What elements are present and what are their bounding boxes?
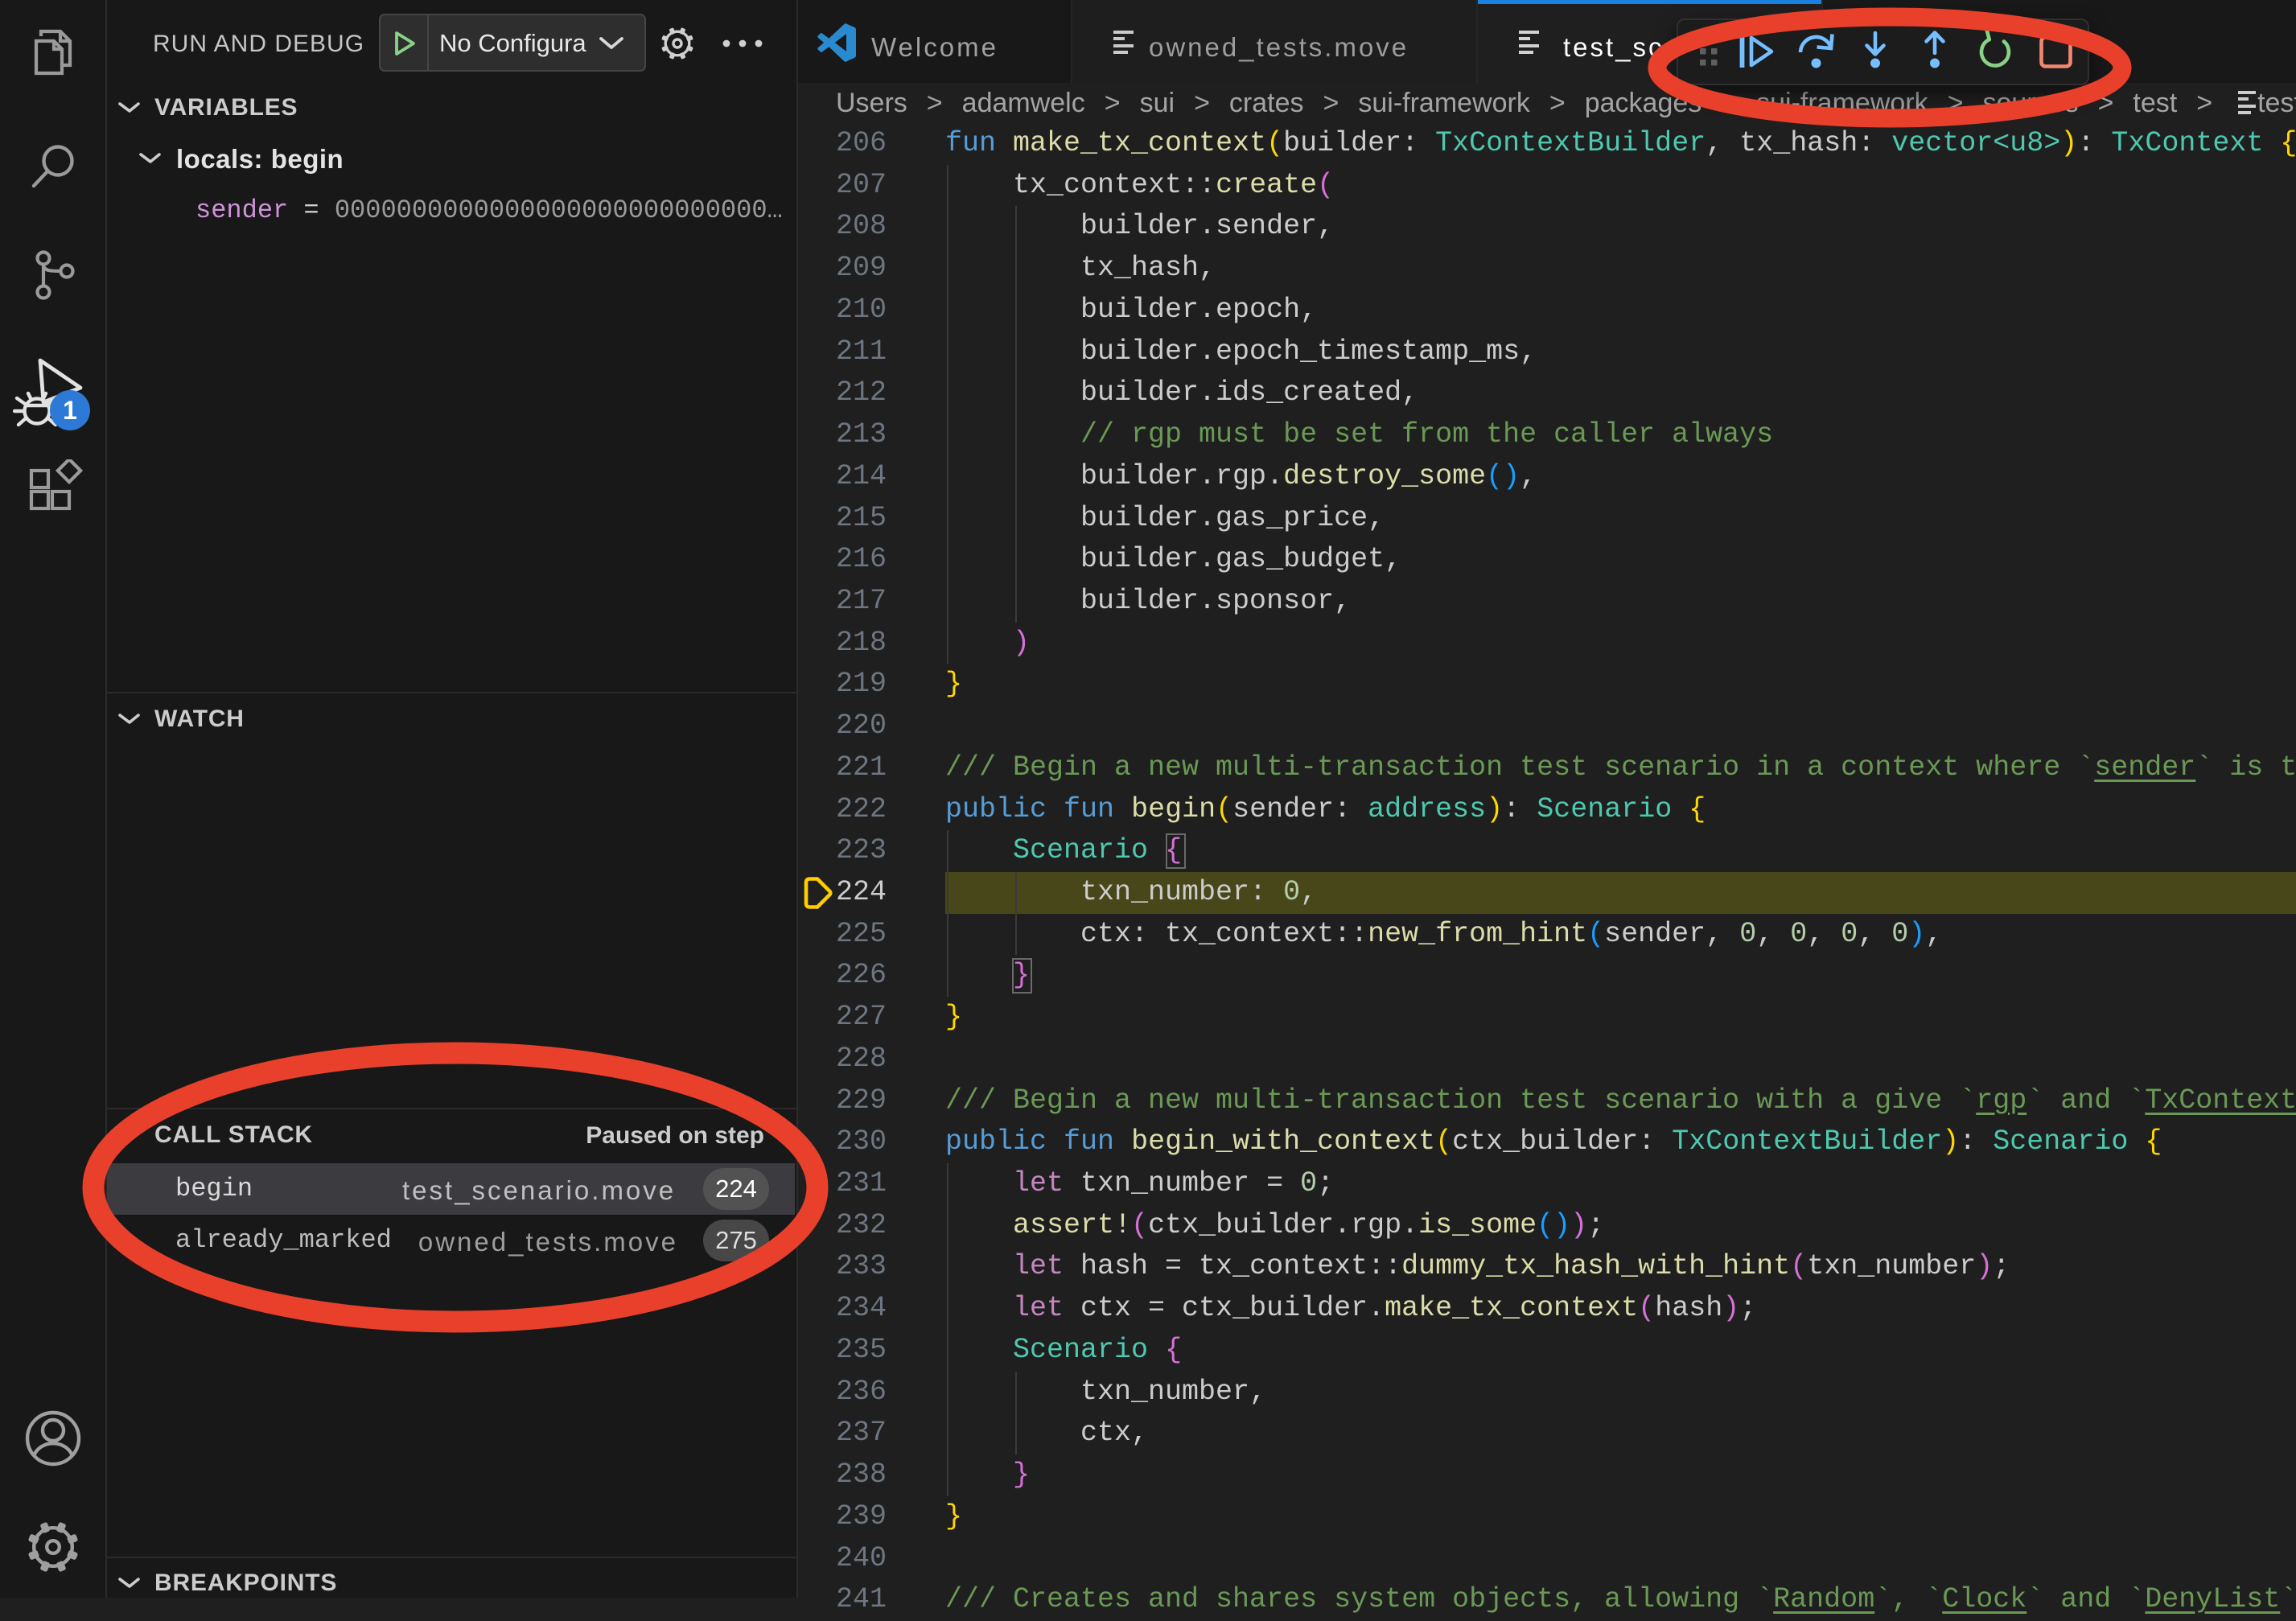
svg-text:1: 1 — [63, 396, 77, 425]
